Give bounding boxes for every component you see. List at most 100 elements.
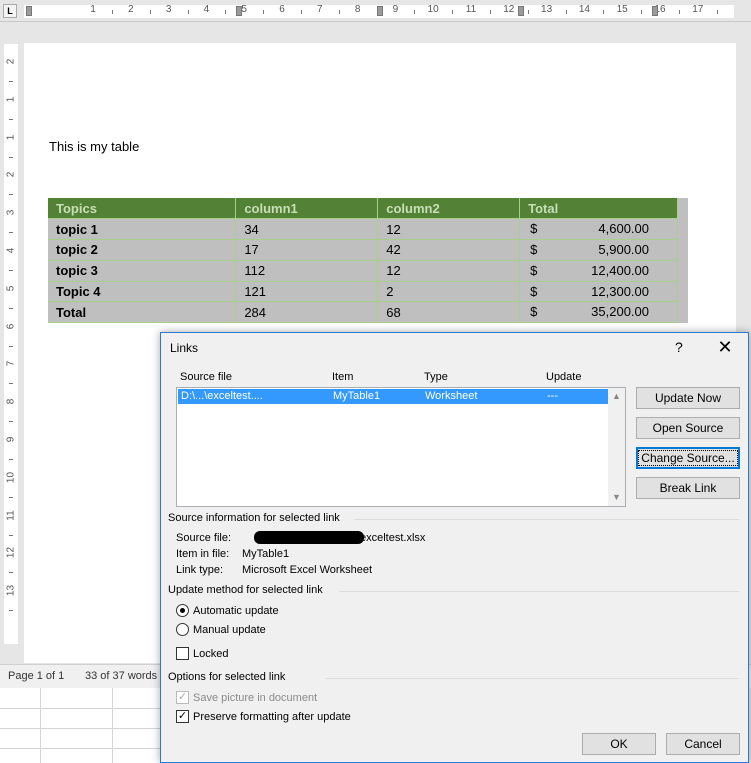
table-cell[interactable]: Total xyxy=(48,301,237,324)
manual-update-radio[interactable] xyxy=(176,623,189,636)
table-row: Topic 4 121 2 $12,300.00 xyxy=(48,281,678,303)
ruler-number: 6 xyxy=(279,4,285,15)
table-header-cell[interactable]: column1 xyxy=(235,198,379,220)
ruler-number: 8 xyxy=(5,398,17,405)
automatic-update-radio[interactable] xyxy=(176,604,189,617)
table-cell[interactable]: $12,400.00 xyxy=(519,260,678,282)
table-header-cell[interactable]: Topics xyxy=(48,198,237,220)
ruler-number: 12 xyxy=(503,4,515,15)
change-source-button[interactable]: Change Source... xyxy=(636,447,740,469)
ruler-number: 9 xyxy=(5,436,17,443)
open-source-button[interactable]: Open Source xyxy=(636,417,740,439)
amount: 12,400.00 xyxy=(591,262,649,278)
item-in-file-label: Item in file: xyxy=(176,548,230,560)
list-scrollbar[interactable]: ▲ ▼ xyxy=(608,388,625,506)
scroll-up-icon[interactable]: ▲ xyxy=(608,388,625,405)
word-count[interactable]: 33 of 37 words xyxy=(85,670,157,682)
column-header-update[interactable]: Update xyxy=(546,371,581,383)
table-cell[interactable]: Topic 4 xyxy=(48,281,237,303)
update-now-button[interactable]: Update Now xyxy=(636,387,740,409)
list-item[interactable]: D:\...\exceltest.... MyTable1 Worksheet … xyxy=(178,389,608,404)
ruler-number: 1 xyxy=(5,96,17,103)
manual-update-label[interactable]: Manual update xyxy=(193,624,266,636)
excel-grid-background xyxy=(0,688,170,763)
cancel-button[interactable]: Cancel xyxy=(666,733,740,755)
item-in-file-value: MyTable1 xyxy=(242,548,290,560)
locked-label[interactable]: Locked xyxy=(193,648,228,660)
links-dialog: Links ? ✕ Source file Item Type Update D… xyxy=(160,332,749,763)
ruler-number: 10 xyxy=(427,4,439,15)
ruler-number: 13 xyxy=(541,4,553,15)
close-icon[interactable]: ✕ xyxy=(712,335,738,361)
currency-symbol: $ xyxy=(530,304,538,320)
page-count[interactable]: Page 1 of 1 xyxy=(8,670,64,682)
column-header-item[interactable]: Item xyxy=(332,371,353,383)
table-cell[interactable]: topic 3 xyxy=(48,260,237,282)
table-cell[interactable]: 68 xyxy=(377,301,521,324)
column-header-source[interactable]: Source file xyxy=(180,371,232,383)
table-cell[interactable]: 121 xyxy=(235,281,379,303)
source-file-label: Source file: xyxy=(176,532,232,544)
help-icon[interactable]: ? xyxy=(675,339,683,355)
left-indent-marker[interactable] xyxy=(26,6,32,16)
save-picture-label: Save picture in document xyxy=(193,692,318,704)
table-cell[interactable]: 284 xyxy=(235,301,379,324)
table-cell[interactable]: 12 xyxy=(377,260,521,282)
link-type-value: Microsoft Excel Worksheet xyxy=(242,564,373,576)
locked-checkbox[interactable] xyxy=(176,647,189,660)
table-header-cell[interactable]: Total xyxy=(519,198,678,220)
link-type-label: Link type: xyxy=(176,564,224,576)
preserve-formatting-label[interactable]: Preserve formatting after update xyxy=(193,711,351,723)
table-cell[interactable]: 17 xyxy=(235,239,379,261)
column-marker[interactable] xyxy=(236,6,242,16)
scroll-down-icon[interactable]: ▼ xyxy=(608,489,625,506)
ruler-number: 2 xyxy=(5,172,17,178)
save-picture-checkbox: ✓ xyxy=(176,691,189,704)
table-cell[interactable]: $35,200.00 xyxy=(519,301,678,324)
ruler-number: 13 xyxy=(5,585,17,597)
linked-table[interactable]: Topics column1 column2 Total topic 1 34 … xyxy=(48,198,678,324)
ruler-number: 7 xyxy=(317,4,323,15)
table-cell[interactable]: 12 xyxy=(377,218,521,241)
ruler-number: 7 xyxy=(5,361,17,367)
horizontal-ruler[interactable]: L 1 2 3 4 5 6 7 8 9 10 11 12 13 14 15 16 17 xyxy=(0,0,751,22)
amount: 5,900.00 xyxy=(598,242,649,258)
links-list[interactable]: D:\...\exceltest.... MyTable1 Worksheet … xyxy=(176,387,626,507)
table-cell[interactable]: $5,900.00 xyxy=(519,239,678,261)
right-indent-marker[interactable] xyxy=(652,6,658,16)
automatic-update-label[interactable]: Automatic update xyxy=(193,605,279,617)
table-cell[interactable]: 2 xyxy=(377,281,521,303)
table-header-cell[interactable]: column2 xyxy=(377,198,521,220)
ruler-number: 8 xyxy=(354,4,361,15)
amount: 4,600.00 xyxy=(598,221,649,237)
table-cell[interactable]: topic 1 xyxy=(48,218,237,241)
column-marker[interactable] xyxy=(377,6,383,16)
redacted-path xyxy=(254,531,364,544)
table-cell[interactable]: 42 xyxy=(377,239,521,261)
preserve-formatting-checkbox[interactable]: ✓ xyxy=(176,710,189,723)
ruler-number: 5 xyxy=(5,285,17,292)
link-source: D:\...\exceltest.... xyxy=(181,390,263,402)
ok-button[interactable]: OK xyxy=(582,733,656,755)
options-heading: Options for selected link xyxy=(168,671,286,683)
table-cell[interactable]: topic 2 xyxy=(48,239,237,261)
table-cell[interactable]: 112 xyxy=(235,260,379,282)
table-cell[interactable]: $12,300.00 xyxy=(519,281,678,303)
amount: 35,200.00 xyxy=(591,304,649,320)
column-header-type[interactable]: Type xyxy=(424,371,448,383)
ruler-number: 1 xyxy=(5,134,17,140)
table-header-row: Topics column1 column2 Total xyxy=(48,198,678,220)
ruler-number: 1 xyxy=(90,4,96,15)
currency-symbol: $ xyxy=(530,221,538,237)
vertical-ruler[interactable]: 2 1 1 2 3 4 5 6 7 8 9 10 11 12 13 xyxy=(4,44,18,644)
document-paragraph[interactable]: This is my table xyxy=(49,139,139,154)
table-cell[interactable]: $4,600.00 xyxy=(519,218,678,241)
tab-selector-icon[interactable]: L xyxy=(3,4,17,18)
ruler-number: 4 xyxy=(5,247,17,254)
ruler-number: 2 xyxy=(128,4,134,15)
column-marker[interactable] xyxy=(518,6,524,16)
table-row: topic 3 112 12 $12,400.00 xyxy=(48,260,678,282)
ruler-number: 17 xyxy=(692,4,704,15)
table-cell[interactable]: 34 xyxy=(235,218,379,241)
break-link-button[interactable]: Break Link xyxy=(636,477,740,499)
